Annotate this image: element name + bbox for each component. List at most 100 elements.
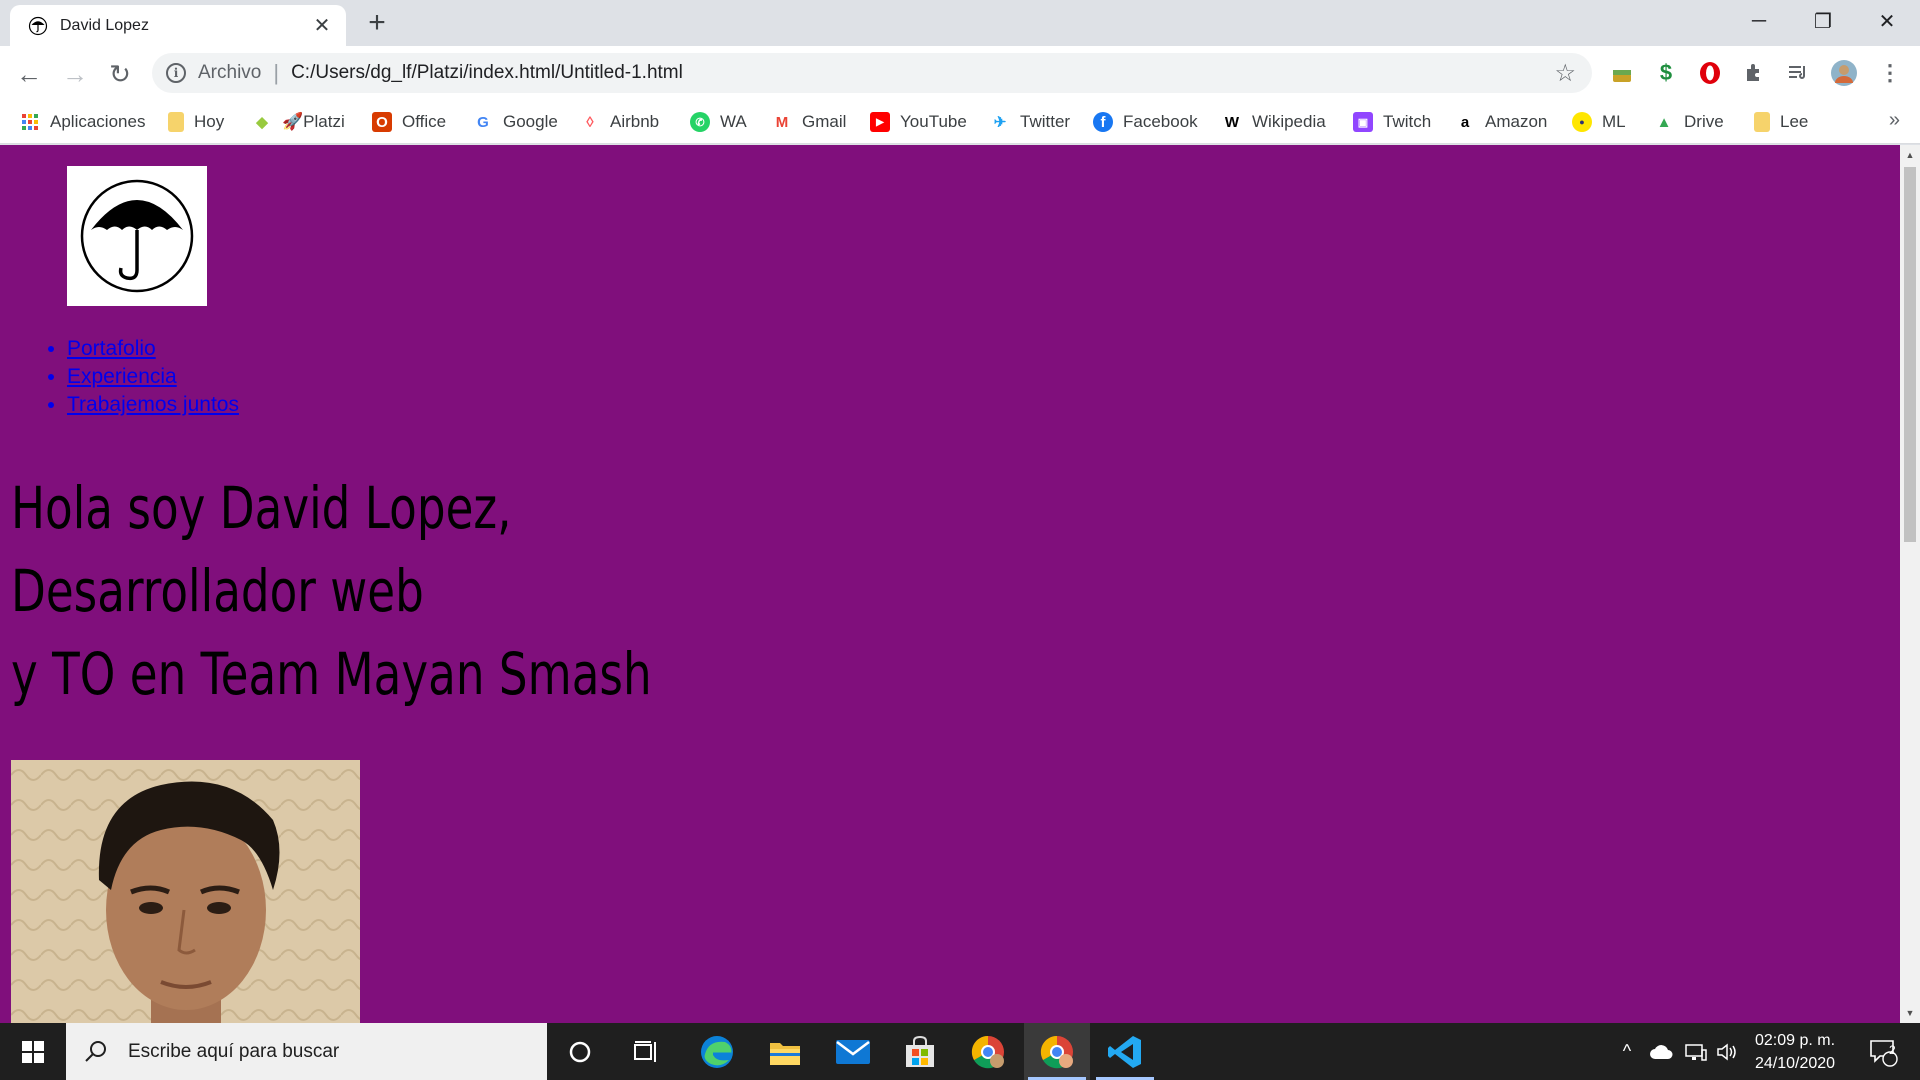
opera-icon[interactable] [1696, 59, 1724, 87]
hero-heading: Hola soy David Lopez, Desarrollador web … [11, 467, 652, 716]
bookmark-label: Airbnb [610, 112, 660, 131]
media-queue-icon[interactable] [1784, 59, 1812, 87]
info-icon[interactable]: i [166, 63, 186, 83]
bookmark-label: Twitch [1383, 112, 1432, 131]
onedrive-cloud-icon[interactable] [1644, 1023, 1678, 1080]
tab-title: David Lopez [60, 16, 149, 34]
extension-plant-icon[interactable] [1608, 59, 1636, 87]
bookmark-gmail[interactable]: M Gmail [772, 109, 847, 135]
taskbar-edge[interactable] [684, 1023, 750, 1080]
chrome-menu-icon[interactable]: ⋮ [1876, 59, 1904, 87]
taskbar-search-box[interactable]: Escribe aquí para buscar [66, 1023, 547, 1080]
platzi-icon: ◆ [256, 114, 268, 131]
minimize-button[interactable]: ─ [1728, 0, 1790, 42]
task-view-icon [634, 1040, 656, 1062]
browser-toolbar: ← → ↻ i Archivo | C:/Users/dg_lf/Platzi/… [0, 46, 1920, 100]
airbnb-icon: ◊ [586, 113, 594, 131]
facebook-icon: f [1093, 112, 1113, 132]
forward-button[interactable]: → [58, 57, 92, 91]
taskbar-chrome-2-active[interactable] [1024, 1023, 1090, 1080]
page-viewport: Portafolio Experiencia Trabajemos juntos… [0, 145, 1900, 1023]
action-center-button[interactable]: 2 [1858, 1023, 1908, 1080]
task-view-button[interactable] [613, 1023, 679, 1080]
bookmark-apps-grid[interactable]: Aplicaciones [20, 109, 145, 135]
taskbar-store[interactable] [887, 1023, 953, 1080]
bookmark-label: Lee [1780, 112, 1809, 131]
tab-strip: David Lopez ✕ + ─ ❐ ✕ [0, 0, 1920, 46]
bookmark-google[interactable]: G Google [473, 109, 558, 135]
bookmark-platzi[interactable]: ◆ 🚀Platzi [252, 109, 345, 135]
address-scheme-label: Archivo [198, 62, 262, 83]
notification-count: 2 [1889, 1043, 1896, 1057]
scroll-up-arrow-icon[interactable]: ▲ [1904, 149, 1916, 161]
reload-button[interactable]: ↻ [103, 57, 137, 91]
bookmark-facebook[interactable]: f Facebook [1093, 109, 1198, 135]
window-close-button[interactable]: ✕ [1856, 0, 1918, 42]
hero-line-2: Desarrollador web [11, 557, 424, 625]
tab-close-icon[interactable]: ✕ [308, 12, 336, 40]
bookmarks-overflow-icon[interactable]: » [1889, 109, 1900, 132]
bookmark-label: Hoy [194, 112, 225, 131]
network-icon[interactable] [1680, 1023, 1712, 1080]
folder-icon [770, 1042, 800, 1065]
bookmark-wikipedia[interactable]: W Wikipedia [1222, 109, 1326, 135]
address-url[interactable]: C:/Users/dg_lf/Platzi/index.html/Untitle… [291, 62, 1554, 84]
page-scrollbar[interactable]: ▲ ▼ [1900, 145, 1920, 1023]
bookmark-twitch[interactable]: ▣ Twitch [1353, 109, 1431, 135]
bookmark-label: Office [402, 112, 447, 131]
edge-icon [701, 1035, 733, 1068]
bookmark-star-icon[interactable]: ☆ [1554, 59, 1576, 88]
taskbar-clock[interactable]: 02:09 p. m. 24/10/2020 [1740, 1029, 1850, 1075]
taskbar-chrome-1[interactable] [955, 1023, 1021, 1080]
taskbar-mail[interactable] [820, 1023, 886, 1080]
drive-icon: ▲ [1656, 113, 1672, 131]
hero-line-3: y TO en Team Mayan Smash [11, 640, 652, 708]
scroll-down-arrow-icon[interactable]: ▼ [1904, 1007, 1916, 1019]
bookmark-label: Amazon [1485, 112, 1548, 131]
volume-icon[interactable] [1712, 1023, 1742, 1080]
cortana-button[interactable] [547, 1023, 613, 1080]
twitter-icon: ✈ [993, 114, 1007, 131]
bookmark-label: Twitter [1020, 112, 1071, 131]
nav-link-trabajemos-juntos[interactable]: Trabajemos juntos [67, 393, 239, 416]
nav-item-experiencia: Experiencia [67, 363, 239, 391]
restore-button[interactable]: ❐ [1792, 0, 1854, 42]
bookmark-twitter[interactable]: ✈ Twitter [990, 109, 1070, 135]
windows-logo-icon [22, 1040, 44, 1063]
start-button[interactable] [0, 1023, 66, 1080]
gmail-icon: M [775, 113, 789, 131]
bookmark-label: YouTube [900, 112, 967, 131]
nav-link-experiencia[interactable]: Experiencia [67, 365, 177, 388]
bookmark-youtube[interactable]: ▶ YouTube [870, 109, 967, 135]
clock-date: 24/10/2020 [1754, 1055, 1836, 1072]
site-logo[interactable] [67, 166, 207, 306]
scroll-thumb[interactable] [1904, 167, 1916, 542]
extensions-puzzle-icon[interactable] [1740, 59, 1768, 87]
back-button[interactable]: ← [12, 57, 46, 91]
bookmark-office[interactable]: O Office [372, 109, 446, 135]
bookmark-label: Google [503, 112, 558, 131]
chrome-icon [971, 1035, 1004, 1068]
profile-photo [11, 760, 360, 1023]
bookmark-whatsapp[interactable]: ✆ WA [690, 109, 747, 135]
bookmark-folder[interactable]: Hoy [168, 109, 224, 135]
bookmark-drive[interactable]: ▲ Drive [1654, 109, 1724, 135]
bookmark-folder[interactable]: Lee [1754, 109, 1808, 135]
bookmark-amazon[interactable]: a Amazon [1455, 109, 1548, 135]
address-separator: | [273, 60, 280, 85]
extension-dollar-icon[interactable]: $ [1652, 59, 1680, 87]
new-tab-button[interactable]: + [362, 8, 392, 39]
taskbar-file-explorer[interactable] [752, 1023, 818, 1080]
nav-link-portafolio[interactable]: Portafolio [67, 337, 156, 360]
bookmark-mercadolibre[interactable]: ● ML [1572, 109, 1626, 135]
taskbar-vscode[interactable] [1092, 1023, 1158, 1080]
bookmark-airbnb[interactable]: ◊ Airbnb [580, 109, 659, 135]
bookmark-label: Aplicaciones [50, 112, 146, 131]
tray-chevron-up-icon[interactable]: ^ [1612, 1023, 1642, 1080]
browser-tab[interactable]: David Lopez ✕ [10, 5, 346, 46]
address-bar[interactable]: i Archivo | C:/Users/dg_lf/Platzi/index.… [152, 53, 1592, 93]
bookmark-label: Facebook [1123, 112, 1198, 131]
vscode-icon [1108, 1035, 1141, 1068]
profile-avatar[interactable] [1830, 59, 1858, 87]
wikipedia-icon: W [1224, 113, 1240, 131]
